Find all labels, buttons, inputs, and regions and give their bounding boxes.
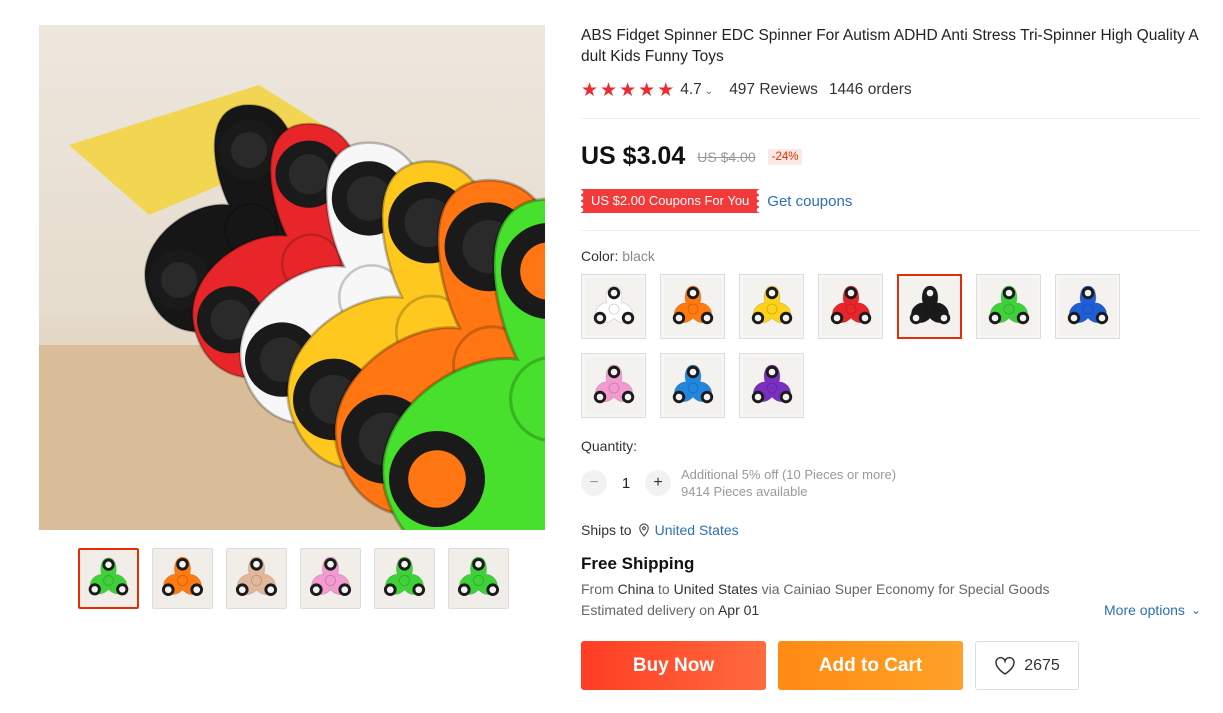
product-info: ABS Fidget Spinner EDC Spinner For Autis… [577,25,1201,690]
price-row: US $3.04 US $4.00 -24% [581,142,1201,171]
wishlist-count: 2675 [1024,656,1060,674]
increase-quantity-button[interactable]: + [645,470,671,496]
spinner-swatch-image [900,277,959,336]
location-pin-icon [638,523,649,537]
star-icon: ★ [600,79,618,101]
color-swatch[interactable] [581,353,646,418]
thumbnail-image [153,549,212,608]
spinner-swatch-image [663,277,722,336]
gallery-thumbnail[interactable] [448,548,509,609]
divider [581,118,1201,119]
color-swatch[interactable] [976,274,1041,339]
thumbnail-strip [78,548,509,609]
star-icon: ★ [638,79,656,101]
purchase-actions: Buy Now Add to Cart 2675 [581,641,1201,690]
color-swatch[interactable] [1055,274,1120,339]
reviews-link[interactable]: 497 Reviews [729,81,818,99]
quantity-note: Additional 5% off (10 Pieces or more) 94… [681,466,896,500]
divider [581,230,1201,231]
ships-to-label: Ships to [581,522,632,538]
color-swatch[interactable] [739,353,804,418]
heart-icon [995,656,1015,675]
color-swatches [581,274,1141,418]
thumbnail-image [227,549,286,608]
fidget-spinner-stack-image [39,85,545,530]
decrease-quantity-button[interactable]: − [581,470,607,496]
spinner-swatch-image [742,356,801,415]
delivery-row: Estimated delivery on Apr 01 More option… [581,602,1201,618]
spinner-swatch-image [584,356,643,415]
spinner-swatch-image [1058,277,1117,336]
selected-color-value: black [622,248,655,264]
coupon-badge[interactable]: US $2.00 Coupons For You [577,189,763,213]
spinner-swatch-image [742,277,801,336]
current-price: US $3.04 [581,142,686,170]
more-options-link[interactable]: More options ⌄ [1104,602,1201,618]
shipping-route: From China to United States via Cainiao … [581,581,1050,597]
gallery-thumbnail[interactable] [226,548,287,609]
pieces-available: 9414 Pieces available [681,484,808,499]
discount-badge: -24% [767,148,803,165]
ships-to-row: Ships to United States [581,522,1201,538]
ships-to-country-link[interactable]: United States [655,522,739,538]
color-swatch[interactable] [660,353,725,418]
gallery-thumbnail[interactable] [152,548,213,609]
color-swatch[interactable] [818,274,883,339]
buy-now-button[interactable]: Buy Now [581,641,766,690]
quantity-stepper: − 1 + Additional 5% off (10 Pieces or mo… [581,466,1201,500]
bulk-discount-note: Additional 5% off (10 Pieces or more) [681,467,897,482]
thumbnail-image [449,549,508,608]
quantity-input[interactable]: 1 [607,475,645,492]
star-icon: ★ [657,79,675,101]
free-shipping-title: Free Shipping [581,554,695,573]
thumbnail-image [375,549,434,608]
color-swatch[interactable] [739,274,804,339]
color-label: Color: black [581,248,655,264]
main-product-image[interactable] [39,25,545,530]
spinner-swatch-image [821,277,880,336]
add-to-cart-button[interactable]: Add to Cart [778,641,963,690]
gallery-thumbnail[interactable] [374,548,435,609]
spinner-swatch-image [979,277,1038,336]
wishlist-button[interactable]: 2675 [975,641,1079,690]
get-coupons-link[interactable]: Get coupons [767,193,852,210]
chevron-down-icon: ⌄ [704,86,714,97]
star-icon: ★ [581,79,599,101]
spinner-swatch-image [663,356,722,415]
thumbnail-image [301,549,360,608]
estimated-delivery: Estimated delivery on Apr 01 [581,602,760,618]
color-swatch[interactable] [581,274,646,339]
rating-value[interactable]: 4.7 ⌄ [680,81,713,99]
thumbnail-image [80,550,137,607]
quantity-label: Quantity: [581,438,638,454]
original-price: US $4.00 [697,148,756,165]
chevron-down-icon: ⌄ [1190,603,1201,617]
color-swatch[interactable] [660,274,725,339]
product-title: ABS Fidget Spinner EDC Spinner For Autis… [581,27,1199,65]
spinner-swatch-image [584,277,643,336]
gallery-thumbnail[interactable] [78,548,139,609]
orders-count: 1446 orders [828,81,912,98]
coupon-row: US $2.00 Coupons For You Get coupons [577,189,1201,213]
star-icon: ★ [619,79,637,101]
gallery-thumbnail[interactable] [300,548,361,609]
rating-row: ★ ★ ★ ★ ★ 4.7 ⌄ 497 Reviews 1446 orders [581,80,1201,100]
color-swatch[interactable] [897,274,962,339]
rating-stars: ★ ★ ★ ★ ★ [581,81,674,100]
